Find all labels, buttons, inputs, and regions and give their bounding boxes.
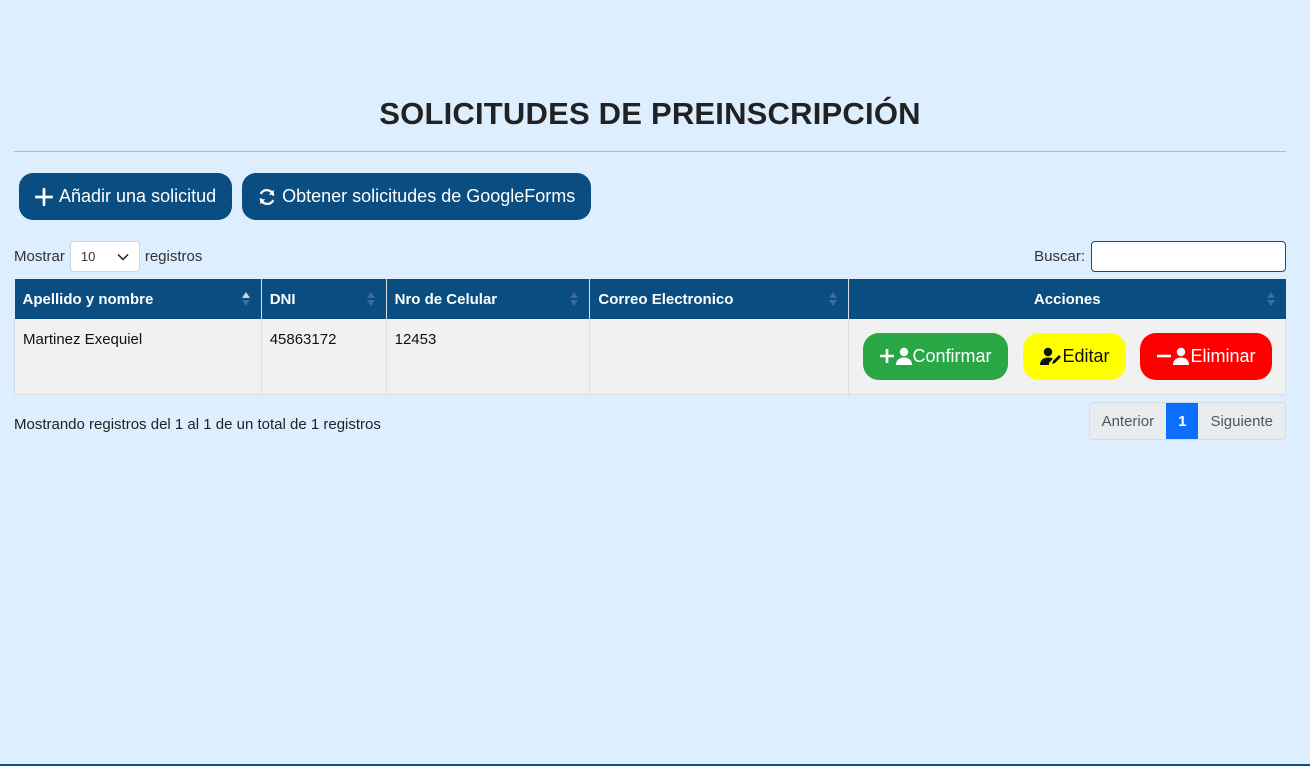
next-page-button[interactable]: Siguiente bbox=[1198, 403, 1285, 439]
user-edit-icon bbox=[1039, 348, 1061, 366]
delete-button[interactable]: Eliminar bbox=[1140, 332, 1272, 380]
page-title: SOLICITUDES DE PREINSCRIPCIÓN bbox=[379, 96, 921, 131]
cell-actions: Confirmar Editar Eliminar bbox=[848, 319, 1286, 395]
column-header-label: DNI bbox=[269, 290, 296, 308]
plus-icon bbox=[35, 187, 53, 206]
page-length-control: Mostrar 10 registros bbox=[14, 241, 202, 272]
search-label: Buscar: bbox=[1034, 248, 1085, 265]
table-info: Mostrando registros del 1 al 1 de un tot… bbox=[14, 416, 381, 433]
column-header-label: Correo Electronico bbox=[598, 290, 734, 308]
title-divider bbox=[14, 151, 1286, 152]
chevron-down-icon bbox=[117, 253, 129, 261]
fetch-googleforms-label: Obtener solicitudes de GoogleForms bbox=[282, 186, 576, 206]
search-input[interactable] bbox=[1091, 241, 1286, 272]
table-row: Martinez Exequiel 45863172 12453 Confirm… bbox=[14, 319, 1286, 395]
search-control: Buscar: bbox=[1034, 241, 1286, 272]
user-plus-icon bbox=[879, 348, 912, 366]
page-1-button[interactable]: 1 bbox=[1166, 403, 1199, 439]
sort-icon bbox=[366, 292, 375, 306]
refresh-icon bbox=[259, 188, 275, 205]
column-header-label: Nro de Celular bbox=[394, 290, 498, 308]
cell-email bbox=[589, 319, 850, 395]
cell-name: Martinez Exequiel bbox=[14, 319, 262, 395]
sort-icon bbox=[570, 292, 579, 306]
column-header-email[interactable]: Correo Electronico bbox=[589, 279, 850, 319]
pagination: Anterior 1 Siguiente bbox=[1088, 402, 1286, 440]
column-header-actions[interactable]: Acciones bbox=[848, 279, 1286, 319]
sort-asc-icon bbox=[241, 292, 250, 306]
add-request-button[interactable]: Añadir una solicitud bbox=[19, 173, 233, 220]
fetch-googleforms-button[interactable]: Obtener solicitudes de GoogleForms bbox=[242, 173, 592, 220]
cell-dni: 45863172 bbox=[261, 319, 387, 395]
user-minus-icon bbox=[1157, 348, 1190, 366]
cell-phone: 12453 bbox=[386, 319, 591, 395]
column-header-phone[interactable]: Nro de Celular bbox=[386, 279, 591, 319]
edit-label: Editar bbox=[1062, 345, 1110, 366]
sort-icon bbox=[829, 292, 838, 306]
page-length-select[interactable]: 10 bbox=[69, 241, 140, 272]
confirm-button[interactable]: Confirmar bbox=[862, 332, 1008, 380]
confirm-label: Confirmar bbox=[912, 345, 992, 366]
edit-button[interactable]: Editar bbox=[1022, 332, 1126, 380]
column-header-label: Acciones bbox=[1033, 290, 1101, 308]
add-request-label: Añadir una solicitud bbox=[59, 186, 217, 206]
top-toolbar: Añadir una solicitud Obtener solicitudes… bbox=[19, 173, 592, 220]
length-prefix: Mostrar bbox=[14, 248, 65, 265]
column-header-name[interactable]: Apellido y nombre bbox=[14, 279, 262, 319]
column-header-label: Apellido y nombre bbox=[22, 290, 154, 308]
previous-page-button[interactable]: Anterior bbox=[1089, 403, 1167, 439]
requests-table: Apellido y nombre DNI Nro de Celular Cor… bbox=[14, 279, 1286, 395]
sort-icon bbox=[1266, 292, 1275, 306]
length-suffix: registros bbox=[144, 248, 203, 265]
delete-label: Eliminar bbox=[1190, 345, 1256, 366]
table-header-row: Apellido y nombre DNI Nro de Celular Cor… bbox=[14, 279, 1286, 319]
column-header-dni[interactable]: DNI bbox=[261, 279, 387, 319]
page-length-value: 10 bbox=[80, 249, 96, 264]
